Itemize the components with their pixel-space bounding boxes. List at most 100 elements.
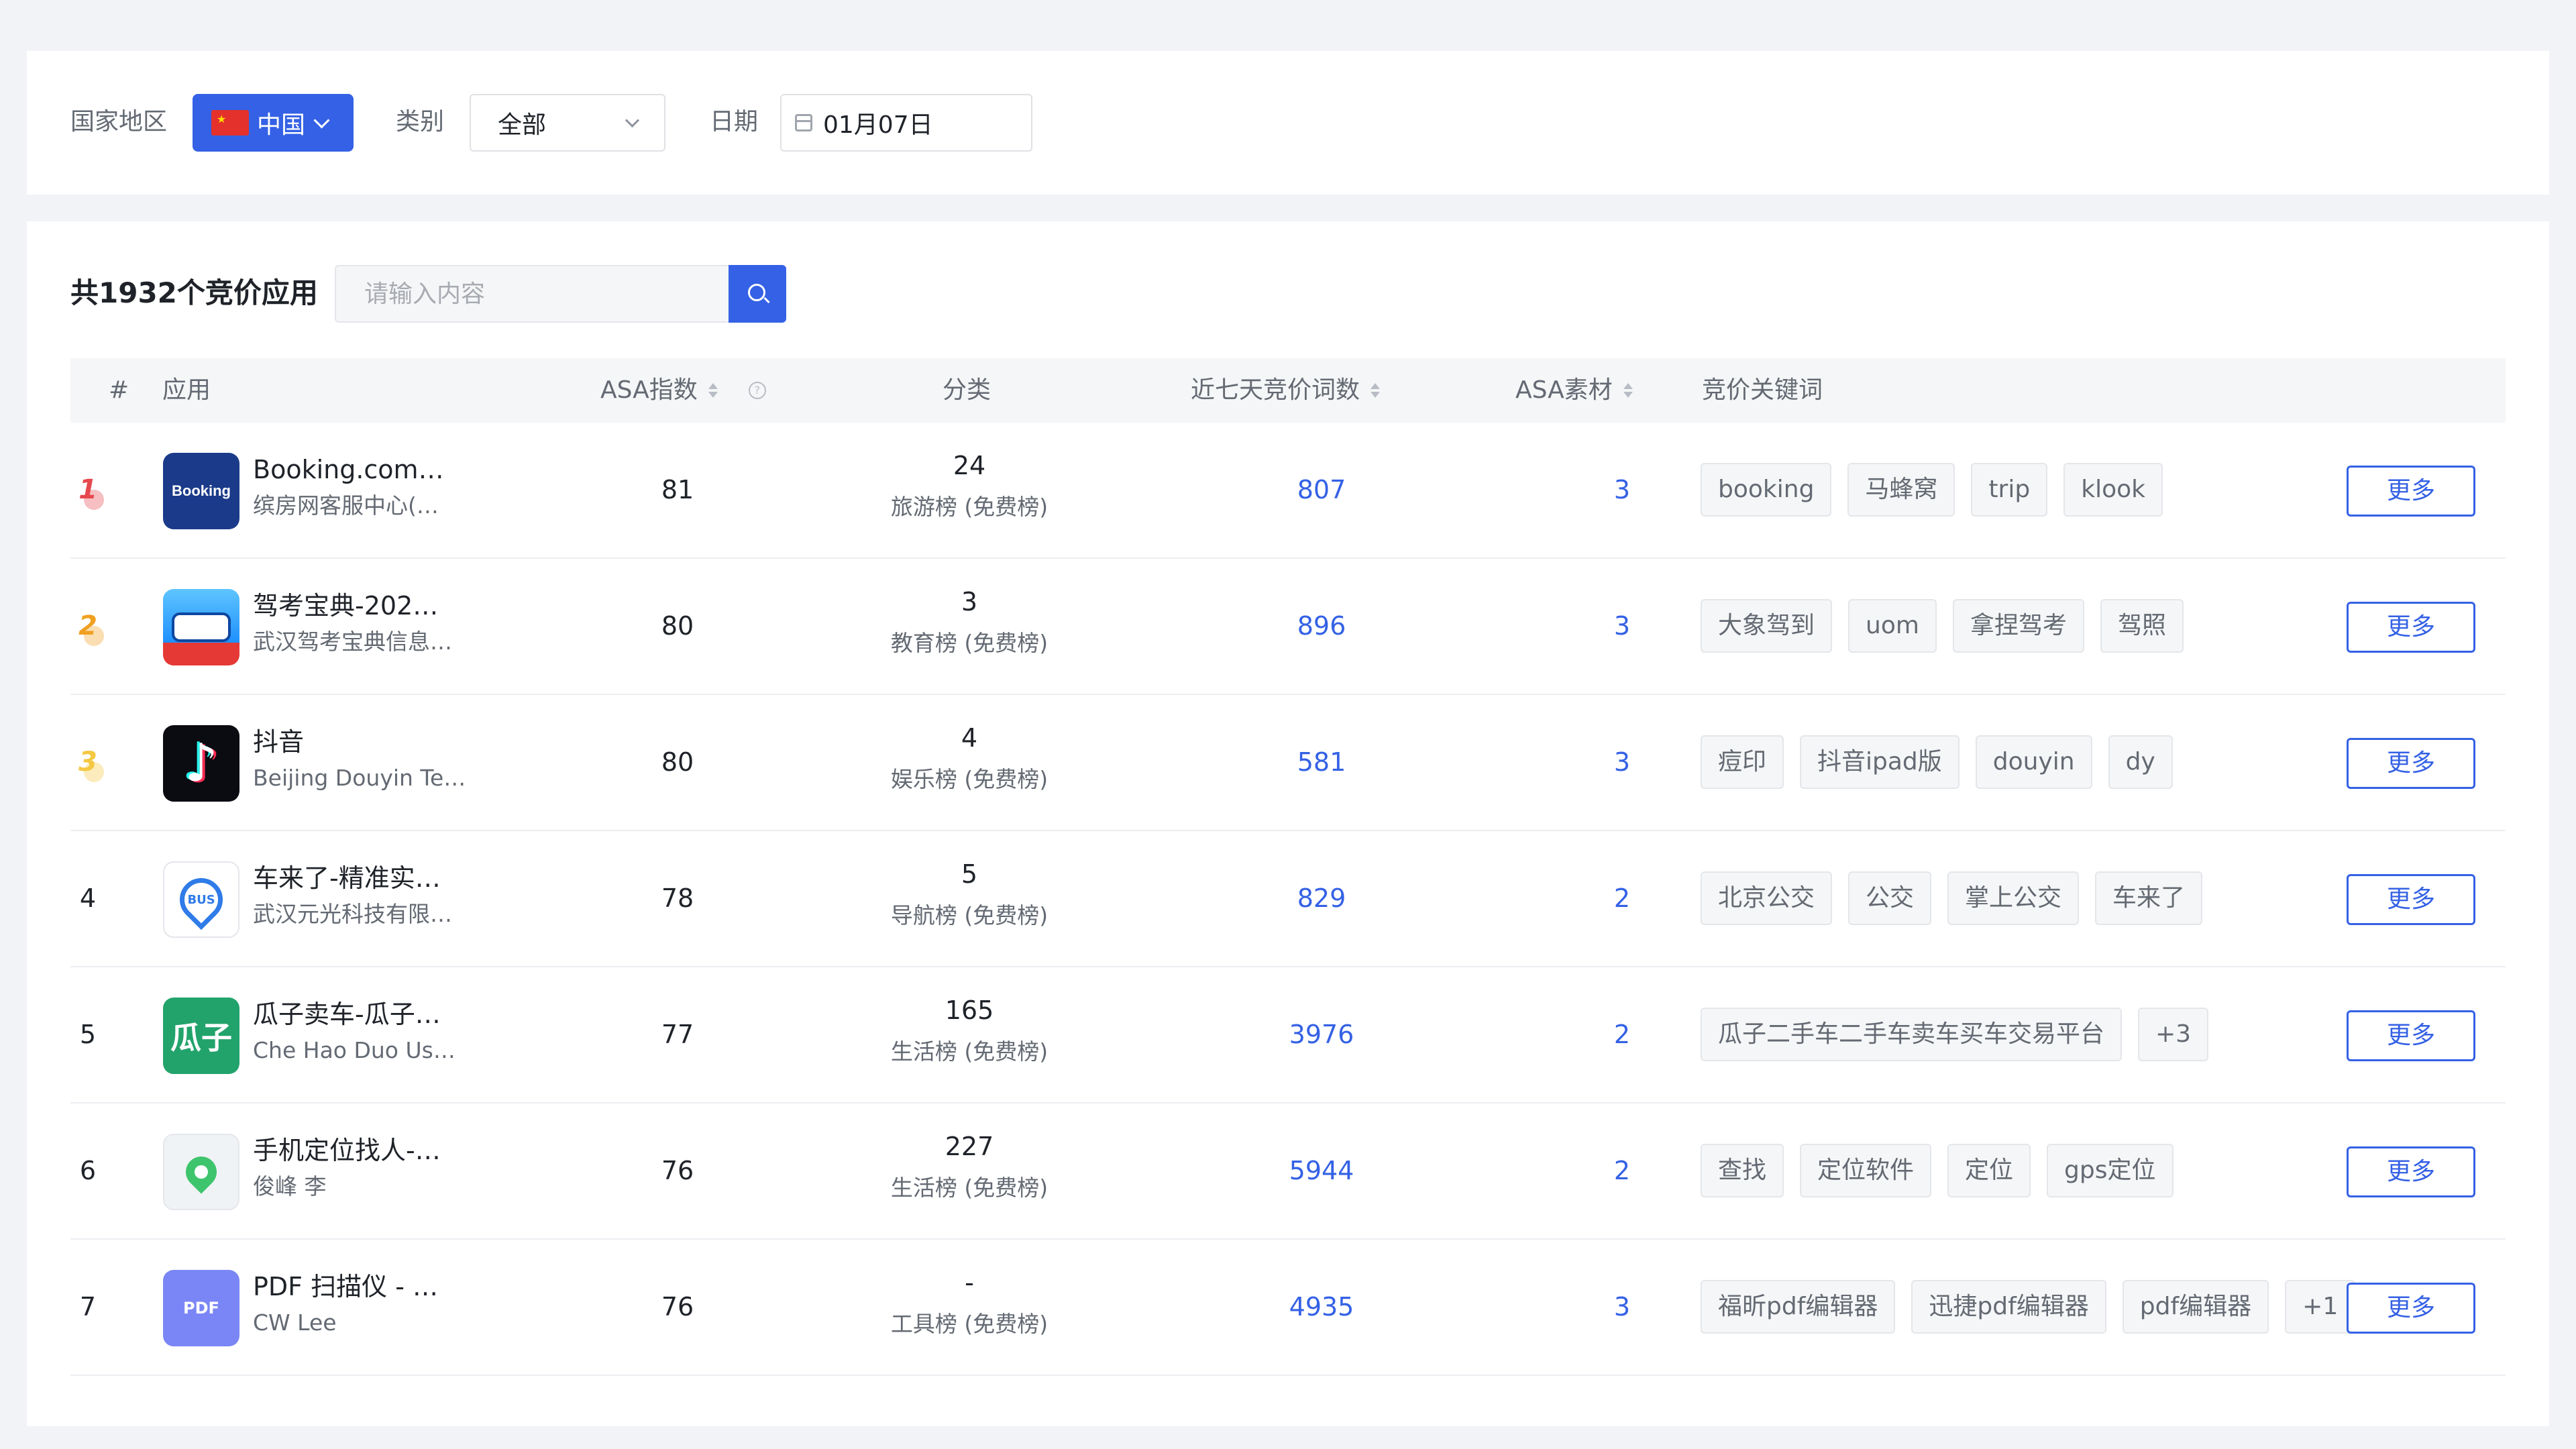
keyword-tag[interactable]: 定位软件 (1800, 1144, 1932, 1197)
keyword-tag[interactable]: +3 (2138, 1008, 2209, 1061)
header-category: 分类 (943, 376, 991, 404)
app-name[interactable]: PDF 扫描仪 - … (253, 1271, 438, 1303)
app-name[interactable]: 瓜子卖车-瓜子… (253, 998, 441, 1030)
keyword-tag[interactable]: 掌上公交 (1947, 871, 2080, 925)
asa-material-link[interactable]: 3 (1572, 474, 1672, 506)
keyword-tag[interactable]: 马蜂窝 (1847, 463, 1955, 517)
rank-number: 4 (79, 883, 97, 913)
search-button[interactable] (729, 265, 786, 323)
rank-number: 5 (79, 1020, 97, 1049)
car-logo-icon[interactable] (163, 589, 239, 665)
asa-index-value: 76 (661, 1156, 694, 1185)
app-name[interactable]: Booking.com… (253, 453, 444, 486)
asa-index-value: 81 (661, 475, 694, 504)
keyword-tag[interactable]: 车来了 (2095, 871, 2203, 925)
bus-pin-logo-icon[interactable]: BUS (163, 861, 239, 938)
header-keywords-7d-label: 近七天竞价词数 (1191, 376, 1360, 404)
app-name[interactable]: 车来了-精准实… (253, 862, 441, 894)
map-pin-logo-icon[interactable] (163, 1134, 239, 1210)
table-row[interactable]: 7 PDF PDF 扫描仪 - … CW Lee 76 - 工具榜 (免费榜) 4935 3 福昕… (70, 1240, 2506, 1376)
keyword-tag[interactable]: +1 (2285, 1280, 2356, 1334)
asa-material-link[interactable]: 3 (1572, 610, 1672, 642)
category-rank: 4 (961, 723, 978, 753)
rank-number: 2 (78, 610, 97, 641)
app-developer: 武汉驾考宝典信息… (253, 629, 452, 655)
asa-material-link[interactable]: 2 (1572, 882, 1672, 914)
table-row[interactable]: 4 BUS 车来了-精准实… 武汉元光科技有限… 78 5 导航榜 (免费榜) 829 2 北京公… (70, 831, 2506, 967)
keyword-tag[interactable]: klook (2063, 463, 2163, 517)
keyword-tag[interactable]: booking (1701, 463, 1832, 517)
keyword-count-link[interactable]: 896 (1221, 610, 1422, 642)
keyword-count-link[interactable]: 4935 (1221, 1291, 1422, 1323)
header-asa-index[interactable]: ASA指数 ? (600, 377, 766, 404)
search-input[interactable] (335, 265, 729, 323)
category-rank: 165 (945, 996, 994, 1025)
keyword-tags: booking 马蜂窝 trip klook (1701, 463, 2163, 517)
asa-index-value: 77 (661, 1020, 694, 1049)
header-asa-material[interactable]: ASA素材 (1515, 377, 1633, 404)
more-button[interactable]: 更多 (2347, 466, 2475, 517)
app-developer: 缤房网客服中心(… (253, 492, 439, 519)
keyword-tag[interactable]: 查找 (1701, 1144, 1784, 1197)
keyword-tag[interactable]: 迅捷pdf编辑器 (1911, 1280, 2106, 1334)
keyword-tags: 痘印 抖音ipad版 douyin dy (1701, 735, 2173, 789)
header-asa-index-label: ASA指数 (600, 376, 698, 404)
keyword-tag[interactable]: 抖音ipad版 (1800, 735, 1960, 789)
country-select[interactable]: ★ 中国 (193, 94, 354, 152)
keyword-tag[interactable]: 福昕pdf编辑器 (1701, 1280, 1896, 1334)
keyword-tag[interactable]: pdf编辑器 (2122, 1280, 2269, 1334)
app-name[interactable]: 抖音 (253, 726, 304, 758)
table-row[interactable]: 5 瓜子 瓜子卖车-瓜子… Che Hao Duo Us… 77 165 生活榜 (免费榜)… (70, 967, 2506, 1104)
keyword-tag[interactable]: 公交 (1848, 871, 1932, 925)
more-button[interactable]: 更多 (2347, 738, 2475, 789)
keyword-tag[interactable]: 北京公交 (1701, 871, 1833, 925)
keyword-count-link[interactable]: 829 (1221, 882, 1422, 914)
keyword-count-link[interactable]: 5944 (1221, 1155, 1422, 1187)
keyword-tag[interactable]: 定位 (1947, 1144, 2031, 1197)
header-keywords-7d[interactable]: 近七天竞价词数 (1191, 376, 1381, 404)
keyword-tag[interactable]: 驾照 (2100, 599, 2184, 653)
asa-material-link[interactable]: 3 (1572, 1291, 1672, 1323)
keyword-count-link[interactable]: 581 (1221, 746, 1422, 778)
keyword-tag[interactable]: uom (1848, 599, 1937, 653)
keyword-tag[interactable]: 拿捏驾考 (1952, 599, 2084, 653)
keyword-count-link[interactable]: 3976 (1221, 1018, 1422, 1051)
sort-icon[interactable] (708, 383, 718, 398)
asa-material-link[interactable]: 3 (1572, 746, 1672, 778)
table-row[interactable]: 2 驾考宝典-202… 武汉驾考宝典信息… 80 3 教育榜 (免费榜) 896 3 大象驾到 u… (70, 559, 2506, 695)
keyword-count-link[interactable]: 807 (1221, 474, 1422, 506)
keyword-tags: 查找 定位软件 定位 gps定位 (1701, 1144, 2174, 1197)
keyword-tag[interactable]: 瓜子二手车二手车卖车买车交易平台 (1701, 1008, 2123, 1061)
table-row[interactable]: 6 手机定位找人-… 俊峰 李 76 227 生活榜 (免费榜) 5944 2 查找 定位软件 定位… (70, 1104, 2506, 1240)
table-row[interactable]: 3 ♪ 抖音 Beijing Douyin Te… 80 4 娱乐榜 (免费榜) 581 3 痘印… (70, 695, 2506, 831)
more-button[interactable]: 更多 (2347, 1146, 2475, 1197)
keyword-tag[interactable]: 大象驾到 (1701, 599, 1833, 653)
sort-icon[interactable] (1623, 383, 1633, 398)
more-button[interactable]: 更多 (2347, 1283, 2475, 1334)
app-developer: CW Lee (253, 1309, 337, 1336)
date-picker[interactable]: 01月07日 (780, 94, 1032, 152)
guazi-logo-icon[interactable]: 瓜子 (163, 998, 239, 1074)
category-select[interactable]: 全部 (470, 94, 665, 152)
table-row[interactable]: 1 Booking Booking.com… 缤房网客服中心(… 81 24 旅游榜 (免费… (70, 423, 2506, 559)
keyword-tag[interactable]: dy (2108, 735, 2173, 789)
keyword-tag[interactable]: gps定位 (2047, 1144, 2174, 1197)
more-button[interactable]: 更多 (2347, 602, 2475, 653)
category-label: 教育榜 (免费榜) (890, 630, 1049, 656)
app-name[interactable]: 驾考宝典-202… (253, 590, 438, 622)
header-app: 应用 (162, 376, 211, 404)
booking-logo-icon[interactable]: Booking (163, 453, 239, 529)
asa-material-link[interactable]: 2 (1572, 1155, 1672, 1187)
app-name[interactable]: 手机定位找人-… (253, 1134, 441, 1167)
sort-icon[interactable] (1371, 383, 1381, 398)
more-button[interactable]: 更多 (2347, 1010, 2475, 1061)
country-value: 中国 (257, 111, 306, 139)
more-button[interactable]: 更多 (2347, 874, 2475, 925)
pdf-scanner-logo-icon[interactable]: PDF (163, 1270, 239, 1346)
keyword-tag[interactable]: 痘印 (1701, 735, 1784, 789)
keyword-tag[interactable]: trip (1971, 463, 2048, 517)
tiktok-logo-icon[interactable]: ♪ (163, 725, 239, 802)
asa-material-link[interactable]: 2 (1572, 1018, 1672, 1051)
help-icon[interactable]: ? (748, 382, 766, 399)
keyword-tag[interactable]: douyin (1975, 735, 2092, 789)
